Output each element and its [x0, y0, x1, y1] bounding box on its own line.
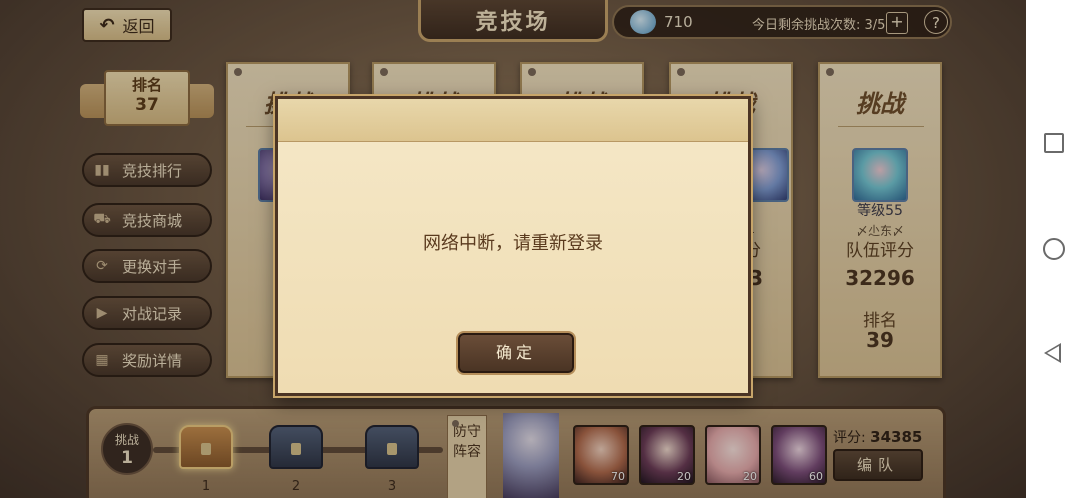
- home-icon[interactable]: [1043, 238, 1065, 260]
- network-error-dialog: 网络中断，请重新登录 确定: [275, 96, 751, 396]
- recents-icon[interactable]: [1044, 133, 1064, 153]
- dialog-message: 网络中断，请重新登录: [423, 233, 603, 254]
- android-nav-bar: [1026, 0, 1080, 498]
- dialog-header: [278, 99, 748, 142]
- confirm-button[interactable]: 确定: [458, 333, 574, 373]
- game-screen: ↶ 返回 竞技场 710 今日剩余挑战次数: 3/5 + ? 排名 37 ▮▮ …: [0, 0, 1026, 498]
- back-triangle-icon[interactable]: [1044, 343, 1061, 363]
